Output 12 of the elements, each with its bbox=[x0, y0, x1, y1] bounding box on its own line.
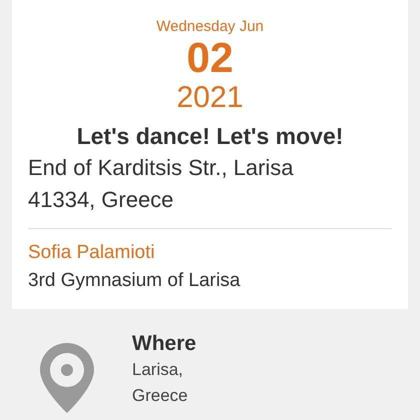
address-line: 41334, Greece bbox=[28, 186, 175, 214]
location-pin-icon bbox=[40, 343, 94, 413]
year: 2021 bbox=[176, 80, 244, 116]
where-heading: Where bbox=[132, 331, 196, 357]
event-title: Let's dance! Let's move! bbox=[76, 122, 344, 151]
location-line: Larisa, bbox=[132, 359, 184, 381]
organizer-name: Sofia Palamioti bbox=[28, 241, 156, 265]
location-line: Greece bbox=[132, 385, 189, 407]
day-number: 02 bbox=[186, 36, 234, 80]
address-line: End of Karditsis Str., Larisa bbox=[28, 154, 294, 182]
weekday-month: Wednesday Jun bbox=[155, 18, 265, 36]
venue-name: 3rd Gymnasium of Larisa bbox=[28, 269, 242, 293]
